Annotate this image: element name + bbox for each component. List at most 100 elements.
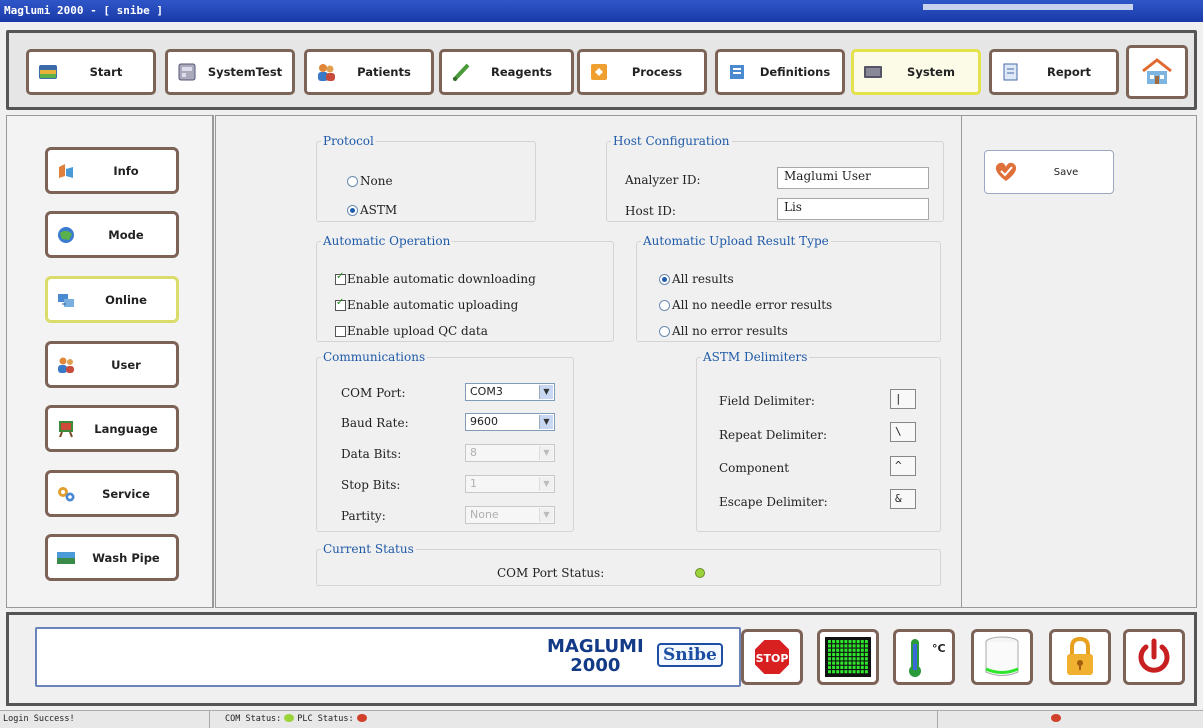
- home-button[interactable]: [1126, 45, 1188, 99]
- auto-upload-option[interactable]: Enable automatic uploading: [335, 297, 518, 312]
- plate-well: [864, 657, 868, 661]
- toolbar-button-patients[interactable]: Patients: [304, 49, 434, 95]
- parity-label: Partity:: [341, 509, 386, 523]
- communications-group: Communications COM Port: COM3 ▼ Baud Rate…: [316, 350, 574, 532]
- status-message: Login Success!: [0, 711, 210, 728]
- chevron-down-icon: ▼: [539, 415, 553, 429]
- snibe-logo: Snibe: [657, 643, 723, 667]
- temperature-button[interactable]: °C: [893, 629, 955, 685]
- reagents-icon: [452, 63, 470, 82]
- host-id-input[interactable]: Lis: [777, 198, 929, 220]
- result-option-all[interactable]: All results: [659, 272, 734, 286]
- main-toolbar: Start SystemTest Patients Reagents Proce…: [6, 30, 1197, 110]
- sidebar-item-online[interactable]: Online: [45, 276, 179, 323]
- baud-rate-select[interactable]: 9600 ▼: [465, 413, 555, 431]
- com-port-select[interactable]: COM3 ▼: [465, 383, 555, 401]
- radio-no-error[interactable]: [659, 325, 670, 337]
- plate-well: [844, 648, 848, 652]
- toolbar-button-reagents[interactable]: Reagents: [439, 49, 574, 95]
- upload-qc-option[interactable]: Enable upload QC data: [335, 324, 488, 338]
- sidebar: Info Mode Online User Language Service W…: [6, 115, 214, 608]
- repeat-delimiter-input[interactable]: \: [890, 422, 916, 442]
- sidebar-item-wash-pipe[interactable]: Wash Pipe: [45, 534, 179, 581]
- plate-well: [860, 648, 864, 652]
- sidebar-item-info[interactable]: Info: [45, 147, 179, 194]
- protocol-legend: Protocol: [323, 134, 374, 148]
- plate-well: [844, 652, 848, 657]
- plc-status-indicator: [356, 714, 367, 722]
- toolbar-button-start[interactable]: Start: [26, 49, 156, 95]
- stop-icon: STOP: [753, 638, 791, 676]
- wash-pipe-icon: [57, 551, 75, 564]
- toolbar-button-system[interactable]: System: [851, 49, 981, 95]
- save-button[interactable]: Save: [984, 150, 1114, 194]
- plate-well: [864, 661, 868, 665]
- data-bits-label: Data Bits:: [341, 447, 402, 461]
- com-port-label: COM Port:: [341, 386, 406, 400]
- plate-well: [860, 657, 864, 661]
- toolbar-button-process[interactable]: Process: [577, 49, 707, 95]
- container-icon: [985, 636, 1019, 676]
- radio-astm[interactable]: [347, 204, 358, 216]
- power-icon: [1138, 638, 1170, 673]
- plate-well: [860, 661, 864, 665]
- radio-no-needle-error[interactable]: [659, 299, 670, 311]
- result-option-no-needle-error[interactable]: All no needle error results: [659, 298, 832, 312]
- plate-well: [828, 657, 831, 661]
- plate-well: [836, 648, 840, 652]
- waste-container-button[interactable]: [971, 629, 1033, 685]
- host-configuration-group: Host Configuration Analyzer ID: Maglumi …: [606, 134, 944, 222]
- plate-grid-icon: [825, 637, 871, 677]
- plate-well: [832, 657, 836, 661]
- plate-well: [852, 644, 856, 648]
- radio-all-results[interactable]: [659, 273, 670, 285]
- definitions-icon: [730, 65, 744, 79]
- auto-upload-checkbox[interactable]: [335, 297, 346, 311]
- field-delimiter-input[interactable]: |: [890, 389, 916, 409]
- patients-icon: [318, 64, 335, 81]
- plate-well: [864, 648, 868, 652]
- svg-text:STOP: STOP: [756, 652, 789, 665]
- analyzer-id-input[interactable]: Maglumi User: [777, 167, 929, 189]
- escape-delimiter-input[interactable]: &: [890, 489, 916, 509]
- toolbar-button-systemtest[interactable]: SystemTest: [165, 49, 295, 95]
- toolbar-button-report[interactable]: Report: [989, 49, 1119, 95]
- plate-well: [844, 670, 848, 674]
- protocol-option-astm[interactable]: ASTM: [347, 203, 397, 217]
- plate-well: [832, 644, 836, 648]
- plate-well: [828, 661, 831, 665]
- sidebar-item-mode[interactable]: Mode: [45, 211, 179, 258]
- plate-well: [840, 648, 844, 652]
- plate-well: [836, 652, 840, 657]
- plate-well: [852, 648, 856, 652]
- toolbar-button-definitions[interactable]: Definitions: [715, 49, 845, 95]
- plate-well: [852, 657, 856, 661]
- upload-result-type-legend: Automatic Upload Result Type: [643, 234, 829, 248]
- sidebar-item-user[interactable]: User: [45, 341, 179, 388]
- protocol-option-none[interactable]: None: [347, 174, 393, 188]
- plate-status-button[interactable]: [817, 629, 879, 685]
- stop-button[interactable]: STOP: [741, 629, 803, 685]
- plate-well: [852, 661, 856, 665]
- component-delimiter-label: Component: [719, 461, 790, 475]
- auto-download-checkbox[interactable]: [335, 271, 346, 285]
- plate-well: [860, 652, 864, 657]
- repeat-delimiter-label: Repeat Delimiter:: [719, 428, 828, 442]
- auto-download-option[interactable]: Enable automatic downloading: [335, 271, 536, 286]
- component-delimiter-input[interactable]: ^: [890, 456, 916, 476]
- automatic-operation-legend: Automatic Operation: [323, 234, 451, 248]
- lock-button[interactable]: [1049, 629, 1111, 685]
- result-option-no-error[interactable]: All no error results: [659, 324, 788, 338]
- plate-well: [828, 670, 831, 674]
- astm-delimiters-legend: ASTM Delimiters: [703, 350, 808, 364]
- plate-well: [844, 644, 848, 648]
- systemtest-icon: [178, 63, 196, 81]
- sidebar-item-service[interactable]: Service: [45, 470, 179, 517]
- plate-well: [848, 665, 852, 669]
- sidebar-item-language[interactable]: Language: [45, 405, 179, 452]
- upload-qc-checkbox[interactable]: [335, 325, 346, 337]
- radio-none[interactable]: [347, 175, 358, 187]
- plate-well: [840, 652, 844, 657]
- power-button[interactable]: [1123, 629, 1185, 685]
- mode-icon: [58, 226, 74, 243]
